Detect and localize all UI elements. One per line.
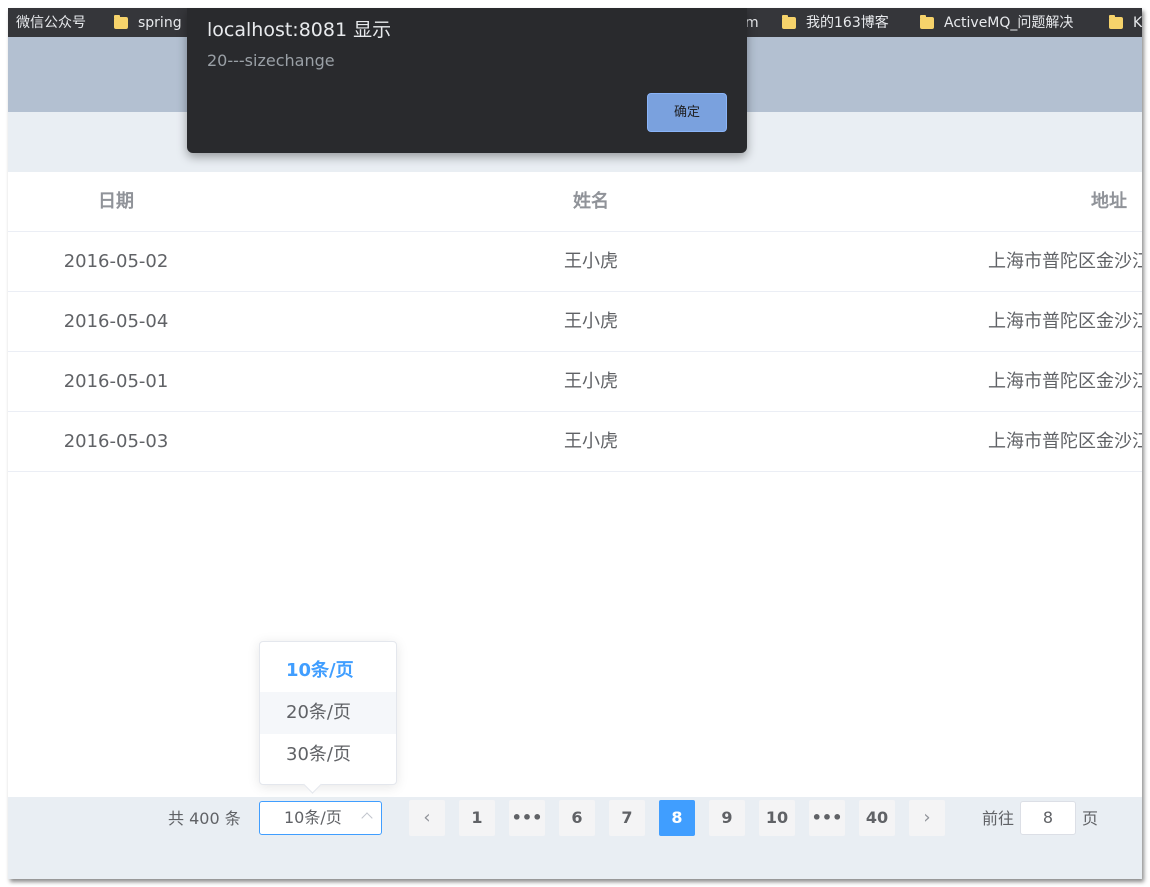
folder-icon <box>782 14 796 29</box>
bookmark-activemq[interactable]: ActiveMQ_问题解决 <box>920 8 1073 37</box>
page-button-6[interactable]: 6 <box>559 800 595 836</box>
column-header-name[interactable]: 姓名 <box>491 172 691 231</box>
alert-ok-button[interactable]: 确定 <box>647 93 727 132</box>
bookmark-k[interactable]: K <box>1109 8 1142 37</box>
bookmark-spring[interactable]: spring <box>114 8 182 37</box>
folder-icon <box>920 14 934 29</box>
chevron-left-icon: ‹ <box>423 807 431 828</box>
pagination-total: 共 400 条 <box>168 809 241 828</box>
bookmark-163-blog[interactable]: 我的163博客 <box>782 8 889 37</box>
table-row[interactable]: 2016-05-02 王小虎 上海市普陀区金沙江 <box>8 232 1142 292</box>
cell-address: 上海市普陀区金沙江 <box>988 371 1142 392</box>
page-button-7[interactable]: 7 <box>609 800 645 836</box>
alert-message: 20---sizechange <box>207 51 335 70</box>
cell-date: 2016-05-02 <box>63 251 169 272</box>
cell-address: 上海市普陀区金沙江 <box>988 251 1142 272</box>
page-size-dropdown: 10条/页 20条/页 30条/页 <box>259 641 397 785</box>
cell-date: 2016-05-03 <box>63 431 169 452</box>
cell-name: 王小虎 <box>564 311 618 332</box>
page-button-10[interactable]: 10 <box>759 800 795 836</box>
column-header-address[interactable]: 地址 <box>1091 172 1127 231</box>
dropdown-option-10[interactable]: 10条/页 <box>260 650 396 692</box>
data-table: 日期 姓名 地址 2016-05-02 王小虎 上海市普陀区金沙江 2016-0… <box>8 172 1142 472</box>
bookmark-label: m <box>745 14 759 31</box>
chevron-up-icon <box>361 812 373 824</box>
table-row[interactable]: 2016-05-03 王小虎 上海市普陀区金沙江 <box>8 412 1142 472</box>
dropdown-option-20[interactable]: 20条/页 <box>260 692 396 734</box>
alert-dialog: localhost:8081 显示 20---sizechange 确定 <box>187 8 747 153</box>
goto-prefix: 前往 <box>982 809 1015 828</box>
folder-icon <box>1109 14 1123 29</box>
folder-icon <box>114 14 128 29</box>
page-button-8-current[interactable]: 8 <box>659 800 695 836</box>
cell-name: 王小虎 <box>564 431 618 452</box>
bookmark-label: 微信公众号 <box>16 14 86 31</box>
browser-viewport: 微信公众号 spring m 我的163博客 ActiveMQ_问题解决 K 日… <box>8 8 1142 879</box>
page-ellipsis-next[interactable]: ••• <box>809 800 845 836</box>
prev-page-button[interactable]: ‹ <box>409 800 445 836</box>
column-header-date[interactable]: 日期 <box>8 172 224 231</box>
bookmark-label: spring <box>138 14 182 31</box>
bookmark-label: 我的163博客 <box>806 14 889 31</box>
cell-date: 2016-05-01 <box>63 371 169 392</box>
pagination-footer: 共 400 条 10条/页 ‹ 1 ••• 6 7 8 9 10 ••• 40 … <box>8 797 1142 879</box>
table-row[interactable]: 2016-05-04 王小虎 上海市普陀区金沙江 <box>8 292 1142 352</box>
chevron-right-icon: › <box>923 807 931 828</box>
page-size-select[interactable]: 10条/页 <box>259 801 382 835</box>
cell-name: 王小虎 <box>564 251 618 272</box>
bookmark-m[interactable]: m <box>745 8 759 37</box>
cell-name: 王小虎 <box>564 371 618 392</box>
page-size-value: 10条/页 <box>284 808 342 827</box>
bookmark-label: K <box>1133 14 1142 31</box>
page-button-1[interactable]: 1 <box>459 800 495 836</box>
goto-suffix: 页 <box>1082 809 1099 828</box>
table-header-row: 日期 姓名 地址 <box>8 172 1142 232</box>
table-row[interactable]: 2016-05-01 王小虎 上海市普陀区金沙江 <box>8 352 1142 412</box>
bookmark-label: ActiveMQ_问题解决 <box>944 14 1074 31</box>
bookmark-wechat[interactable]: 微信公众号 <box>16 8 86 37</box>
goto-page-input[interactable]: 8 <box>1020 801 1076 835</box>
cell-date: 2016-05-04 <box>63 311 169 332</box>
page-button-9[interactable]: 9 <box>709 800 745 836</box>
alert-title: localhost:8081 显示 <box>207 19 392 41</box>
cell-address: 上海市普陀区金沙江 <box>988 431 1142 452</box>
page-ellipsis-prev[interactable]: ••• <box>509 800 545 836</box>
dropdown-option-30[interactable]: 30条/页 <box>260 734 396 776</box>
next-page-button[interactable]: › <box>909 800 945 836</box>
cell-address: 上海市普陀区金沙江 <box>988 311 1142 332</box>
page-button-40[interactable]: 40 <box>859 800 895 836</box>
